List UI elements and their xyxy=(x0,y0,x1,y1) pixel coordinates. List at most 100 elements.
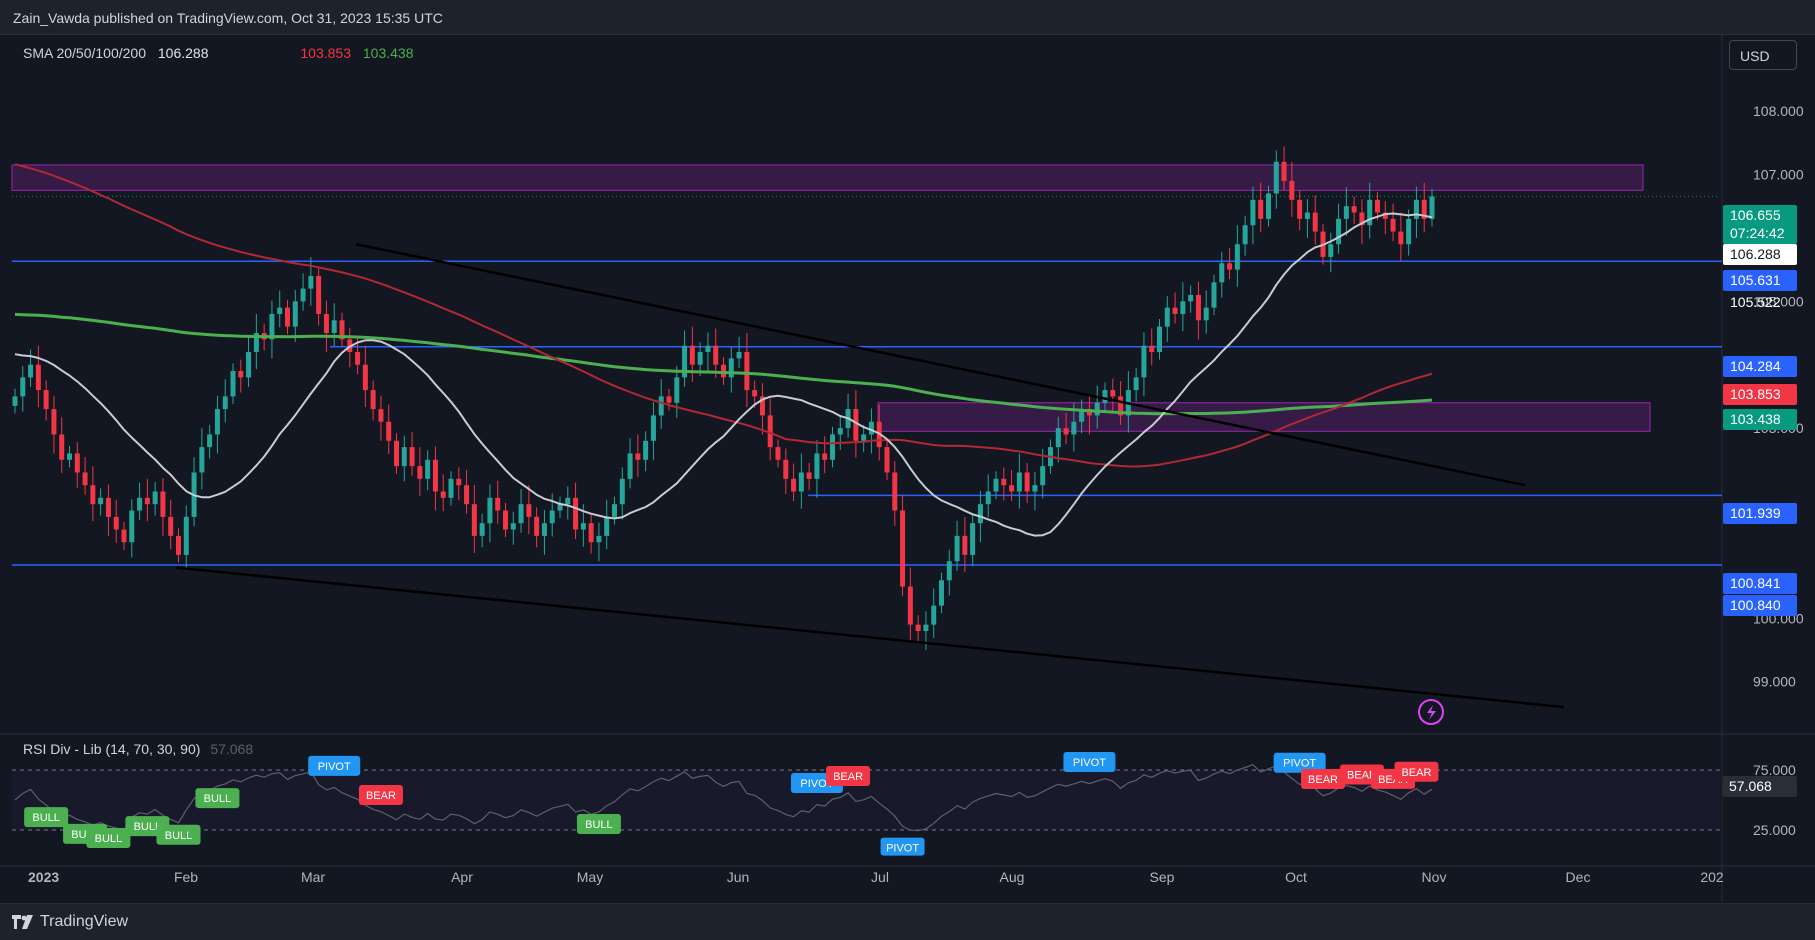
price-label: 106.288 xyxy=(1730,246,1781,262)
publish-header: Zain_Vawda published on TradingView.com,… xyxy=(0,0,1815,35)
candle xyxy=(98,497,104,505)
candle xyxy=(518,504,524,524)
candle xyxy=(534,516,540,536)
candle xyxy=(1180,301,1186,314)
candle xyxy=(1258,199,1264,219)
candle xyxy=(1055,428,1061,448)
candle xyxy=(900,510,906,587)
candle xyxy=(619,478,625,505)
rsi-signal-label: PIVOT xyxy=(1073,757,1106,769)
currency-button[interactable]: USD xyxy=(1729,40,1797,70)
rsi-signal-label: PIVOT xyxy=(318,761,351,773)
price-label: 105.522 xyxy=(1730,294,1781,310)
candle xyxy=(401,447,407,467)
candle xyxy=(238,371,244,378)
time-tick-label: Sep xyxy=(1150,869,1175,885)
price-label: 101.939 xyxy=(1730,505,1781,521)
time-tick-label: Jun xyxy=(727,869,750,885)
candle xyxy=(1390,218,1396,232)
candle xyxy=(1009,485,1015,492)
time-tick-label: 202 xyxy=(1700,869,1724,885)
candle xyxy=(74,453,80,473)
candle xyxy=(331,320,337,333)
candle xyxy=(137,497,143,511)
candle xyxy=(448,478,454,498)
rsi-legend[interactable]: RSI Div - Lib (14, 70, 30, 90) 57.068 xyxy=(23,741,259,757)
candle xyxy=(277,307,283,314)
candle xyxy=(713,345,719,365)
candle xyxy=(1071,421,1077,435)
candle xyxy=(51,409,57,435)
candle xyxy=(666,396,672,403)
candle xyxy=(1001,478,1007,486)
candle xyxy=(728,358,734,378)
candle xyxy=(705,345,711,353)
publish-info: Zain_Vawda published on TradingView.com,… xyxy=(13,10,443,26)
candle xyxy=(752,390,758,397)
time-tick-label: Mar xyxy=(301,869,325,885)
rsi-signal-label: BEAR xyxy=(366,790,396,802)
rsi-signal-label: BEAR xyxy=(1401,767,1431,779)
candle xyxy=(1157,326,1162,353)
candle xyxy=(1164,307,1170,327)
candle xyxy=(362,364,368,391)
candle xyxy=(90,485,96,505)
price-label: 100.840 xyxy=(1730,597,1781,613)
footer-brand: TradingView xyxy=(40,913,129,930)
time-tick-label: Dec xyxy=(1566,869,1591,885)
rsi-tick-label: 25.000 xyxy=(1753,822,1796,838)
candle xyxy=(1219,263,1225,283)
candle xyxy=(775,447,781,460)
price-chart[interactable]: BULLBULLBULLBULLBULLBULLPIVOTBEARBULLPIV… xyxy=(0,35,1815,902)
candle xyxy=(1398,231,1404,245)
candle xyxy=(596,535,602,543)
tradingview-logo[interactable]: TradingView xyxy=(12,913,128,931)
sma-legend[interactable]: SMA 20/50/100/200 106.288 103.853 103.43… xyxy=(23,45,422,61)
candle xyxy=(1195,294,1201,321)
candle xyxy=(105,497,111,517)
candle xyxy=(425,459,431,479)
rsi-signal-label: PIVOT xyxy=(886,843,919,855)
candle xyxy=(495,497,501,511)
candle xyxy=(378,409,384,422)
candle xyxy=(417,466,423,479)
candle xyxy=(830,434,835,460)
candle xyxy=(689,345,695,365)
candle xyxy=(285,307,290,327)
candle xyxy=(650,415,656,441)
candle xyxy=(954,535,960,562)
rsi-signal-label: PIVOT xyxy=(1283,758,1316,770)
candle xyxy=(798,472,804,492)
candle xyxy=(28,364,34,378)
time-tick-label: May xyxy=(577,869,603,885)
candle xyxy=(783,459,789,479)
rsi-signal-label: BEAR xyxy=(1308,774,1338,786)
candle xyxy=(977,504,983,524)
rsi-signal-label: BEAR xyxy=(833,771,863,783)
candle xyxy=(939,580,944,606)
candle xyxy=(1281,161,1287,181)
price-tick-label: 108.000 xyxy=(1753,103,1804,119)
candle xyxy=(1016,472,1022,492)
candle xyxy=(565,497,571,505)
candle xyxy=(386,421,392,441)
candle xyxy=(246,352,252,378)
candle xyxy=(1149,345,1155,353)
candle xyxy=(549,510,555,524)
candle xyxy=(20,377,26,397)
time-tick-label: Aug xyxy=(1000,869,1025,885)
candle xyxy=(946,561,952,581)
candle xyxy=(113,516,119,530)
candle xyxy=(573,497,579,530)
candle xyxy=(1351,206,1357,213)
rsi-legend-label: RSI Div - Lib (14, 70, 30, 90) xyxy=(23,741,201,757)
tradingview-logo-icon xyxy=(12,915,33,929)
rsi-signal-label: BULL xyxy=(204,793,232,805)
candle xyxy=(323,313,329,333)
candle xyxy=(1188,294,1194,302)
candle xyxy=(464,485,470,505)
price-label: 103.853 xyxy=(1730,386,1781,402)
price-label: 106.655 xyxy=(1730,207,1781,223)
time-tick-label: Apr xyxy=(451,869,473,885)
candle xyxy=(915,624,921,631)
